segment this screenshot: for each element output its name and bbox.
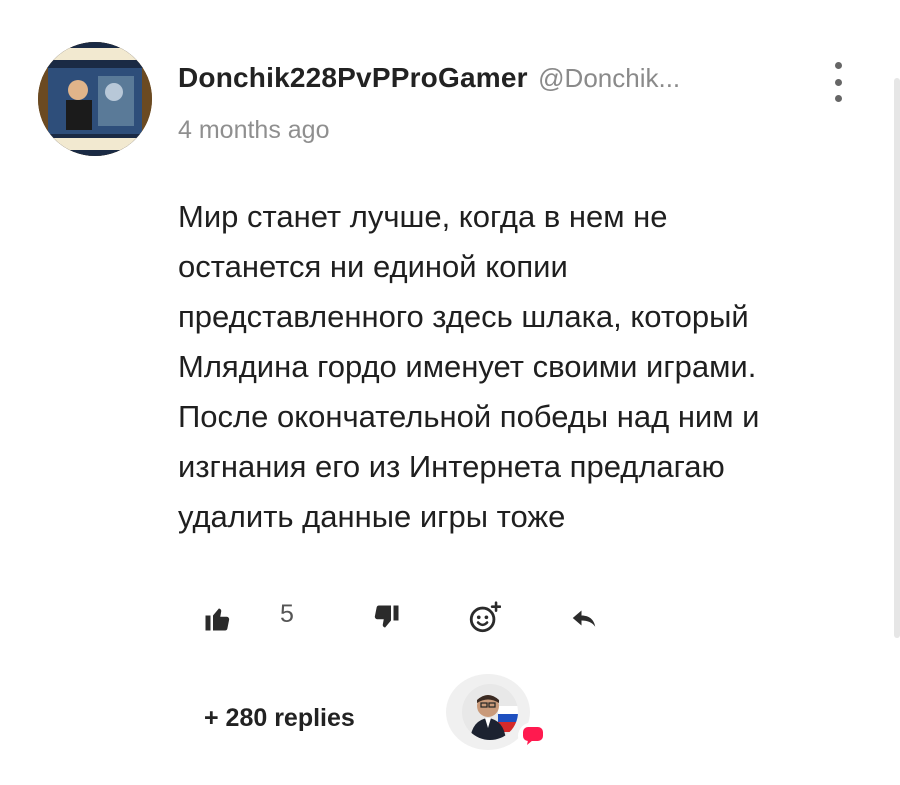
comment-line: останется ни единой копии [178,249,568,284]
comment-line: изгнания его из Интернета предлагаю [178,449,725,484]
author-handle[interactable]: @Donchik... [538,63,680,93]
comment-line: После окончательной победы над ним и [178,399,760,434]
replier-avatar[interactable] [462,684,518,740]
comment-line: удалить данные игры тоже [178,499,566,534]
comment-timestamp: 4 months ago [178,116,330,144]
comment-card: Donchik228PvPProGamer @Donchik... 4 mont… [0,0,900,785]
reply-arrow-icon [572,610,596,627]
comment-line: Млядина гордо именует своими играми. [178,349,757,384]
dislike-button[interactable] [364,598,408,638]
reply-badge [518,722,548,750]
comment-line: представленного здесь шлака, который [178,299,749,334]
comment-line: Мир станет лучше, когда в нем не [178,199,668,234]
reply-button[interactable] [562,598,606,638]
author-avatar[interactable] [38,42,152,156]
menu-dot [834,95,842,102]
thumbs-down-icon [374,605,399,628]
replier-avatar-icon [462,684,518,740]
view-replies-link[interactable]: + 280 replies [204,704,355,733]
comment-header: Donchik228PvPProGamer @Donchik... [178,62,798,94]
menu-dot [834,62,842,69]
thumbs-up-icon [205,608,230,631]
comment-text: Мир станет лучше, когда в нем не останет… [178,192,868,542]
author-name[interactable]: Donchik228PvPProGamer [178,62,528,93]
like-count: 5 [280,600,294,628]
add-emoji-icon [469,601,501,633]
chat-bubble-icon [523,727,543,745]
like-button[interactable] [196,598,240,638]
menu-dot [834,78,842,86]
add-reaction-button[interactable] [460,598,508,638]
scrollbar[interactable] [894,78,900,638]
user-avatar-poster-icon [38,42,152,156]
more-options-icon[interactable] [826,62,850,102]
